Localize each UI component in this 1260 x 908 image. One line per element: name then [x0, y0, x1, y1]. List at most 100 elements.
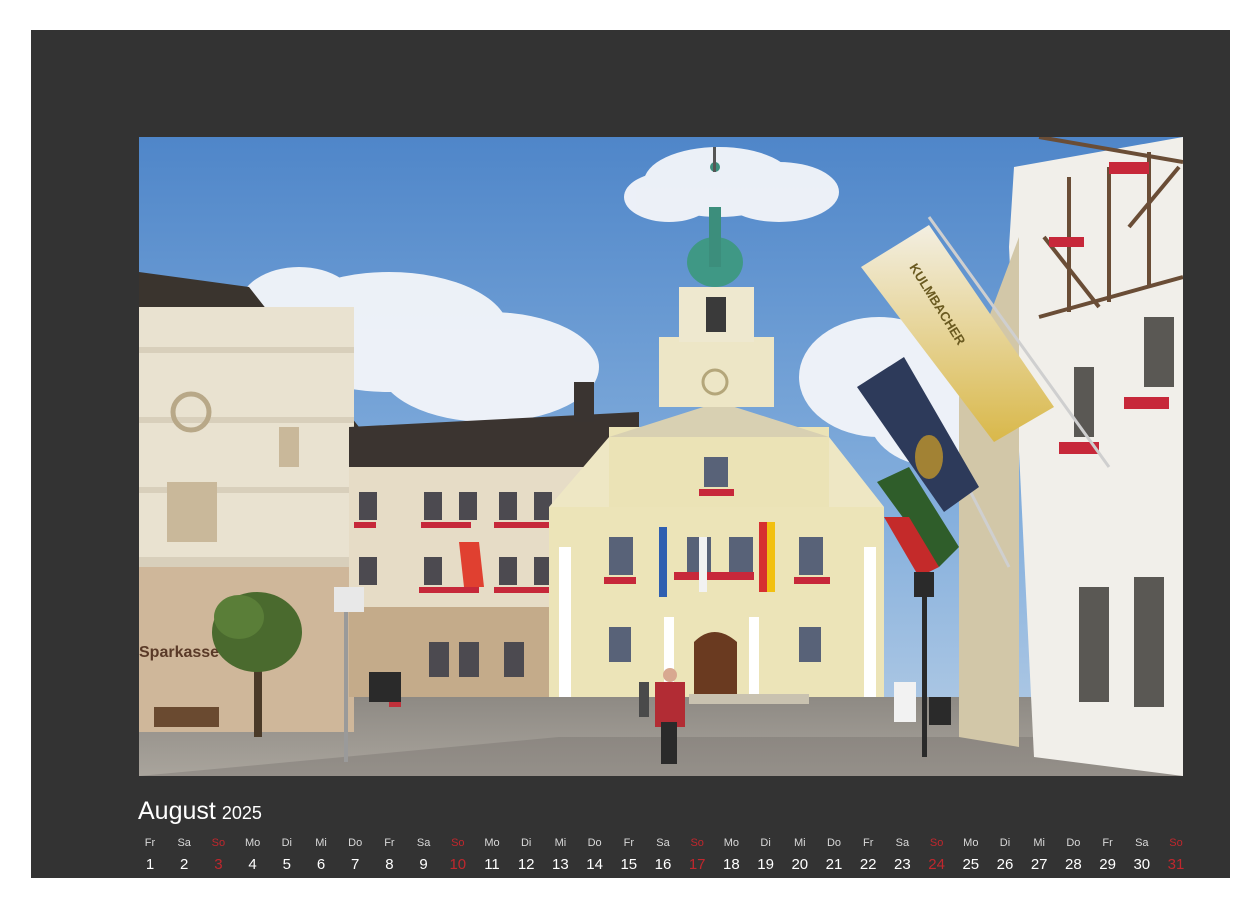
- day-number: 2: [180, 856, 189, 873]
- binding-hole: [701, 9, 713, 20]
- day-number: 9: [419, 856, 428, 873]
- weekday-label: Mi: [793, 837, 806, 849]
- day-cell: Mi 13: [542, 835, 578, 877]
- day-number: 7: [351, 856, 360, 873]
- day-cell: Fr 15: [611, 835, 647, 877]
- weekday-label: Fr: [623, 837, 634, 849]
- day-cell: So 24: [919, 835, 955, 877]
- weekday-label: So: [211, 837, 226, 849]
- day-number: 28: [1065, 856, 1082, 873]
- binding-hole: [1008, 9, 1020, 20]
- day-cell: Mo 18: [713, 835, 749, 877]
- day-cell: Di 19: [748, 835, 784, 877]
- weekday-label: Sa: [1135, 837, 1149, 849]
- weekday-label: So: [929, 837, 944, 849]
- binding-hole: [1085, 9, 1097, 20]
- day-number: 16: [654, 856, 672, 873]
- weekday-label: Di: [281, 837, 292, 849]
- day-number: 12: [517, 856, 535, 873]
- binding-hole: [803, 9, 815, 20]
- day-cell: So 3: [200, 835, 236, 877]
- binding-holes: [0, 0, 1260, 30]
- weekday-label: Mo: [723, 837, 740, 849]
- weekday-label: Sa: [656, 837, 670, 849]
- day-cell: Mi 20: [782, 835, 818, 877]
- day-number: 17: [688, 856, 706, 873]
- binding-hole: [414, 9, 426, 20]
- binding-hole: [568, 9, 580, 20]
- day-cell: Fr 29: [1090, 835, 1126, 877]
- weekday-label: Di: [999, 837, 1011, 849]
- day-number: 5: [282, 856, 291, 873]
- weekday-label: Mi: [554, 837, 567, 849]
- day-number: 1: [145, 856, 155, 873]
- year-label: 2025: [221, 803, 262, 823]
- day-number: 30: [1133, 856, 1151, 873]
- binding-hole: [1213, 9, 1225, 20]
- day-cell: Sa 9: [406, 835, 442, 877]
- day-cell: Sa 30: [1124, 835, 1160, 877]
- day-cell: Mi 6: [303, 835, 339, 877]
- day-number: 24: [928, 856, 945, 873]
- binding-hole: [1161, 9, 1173, 20]
- day-cell: Sa 2: [166, 835, 202, 877]
- day-number: 19: [757, 856, 774, 873]
- town-hall-photo: Sparkasse KULMBACHER: [139, 137, 1183, 776]
- binding-hole: [1187, 9, 1199, 20]
- day-number: 13: [552, 856, 569, 873]
- month-title: August 2025: [138, 797, 262, 826]
- binding-hole: [491, 9, 503, 20]
- day-cell: Fr 22: [850, 835, 886, 877]
- day-cell: Do 28: [1055, 835, 1091, 877]
- day-number: 6: [316, 856, 326, 873]
- binding-hole: [158, 9, 170, 20]
- binding-hole: [880, 9, 892, 20]
- weekday-label: Fr: [862, 837, 874, 849]
- binding-hole: [82, 9, 94, 20]
- binding-hole: [752, 9, 764, 20]
- day-number: 23: [894, 856, 911, 873]
- weekday-label: So: [690, 837, 704, 849]
- day-cell: Sa 16: [645, 835, 681, 877]
- day-number: 18: [723, 856, 740, 873]
- weekday-label: Fr: [384, 837, 395, 849]
- binding-hole: [829, 9, 841, 20]
- binding-hole: [1110, 9, 1122, 20]
- day-cell: Fr 8: [371, 835, 407, 877]
- weekday-label: Fr: [1102, 837, 1113, 849]
- binding-hole: [363, 9, 375, 20]
- weekday-label: Mi: [315, 837, 327, 849]
- binding-hole: [1136, 9, 1148, 20]
- binding-hole: [542, 9, 554, 20]
- day-cell: Sa 23: [884, 835, 920, 877]
- binding-hole: [1033, 9, 1045, 20]
- day-number: 10: [449, 856, 467, 873]
- day-cell: So 31: [1158, 835, 1194, 877]
- day-cell: Mo 4: [235, 835, 271, 877]
- day-number: 8: [385, 856, 394, 873]
- weekday-label: Di: [520, 837, 532, 849]
- day-cell: Do 14: [577, 835, 613, 877]
- day-number: 22: [859, 856, 877, 873]
- day-number: 27: [1030, 856, 1048, 873]
- weekday-label: So: [451, 837, 465, 849]
- weekday-label: Sa: [177, 837, 191, 849]
- binding-hole: [726, 9, 738, 20]
- weekday-label: Sa: [416, 837, 431, 849]
- day-cell: Mo 11: [474, 835, 510, 877]
- day-cell: Di 26: [987, 835, 1023, 877]
- binding-hole: [184, 9, 196, 20]
- weekday-label: Sa: [895, 837, 910, 849]
- day-cell: So 10: [440, 835, 476, 877]
- day-number: 31: [1167, 856, 1185, 873]
- binding-hole: [210, 9, 222, 20]
- month-name: August: [138, 797, 216, 825]
- weekday-label: Mo: [963, 837, 979, 849]
- day-cell: So 17: [679, 835, 715, 877]
- weekday-label: Di: [760, 837, 771, 849]
- binding-hole: [389, 9, 401, 20]
- binding-hole: [133, 9, 145, 20]
- weekday-label: Mo: [484, 837, 500, 849]
- day-number: 14: [586, 856, 603, 873]
- weekday-label: So: [1169, 837, 1183, 849]
